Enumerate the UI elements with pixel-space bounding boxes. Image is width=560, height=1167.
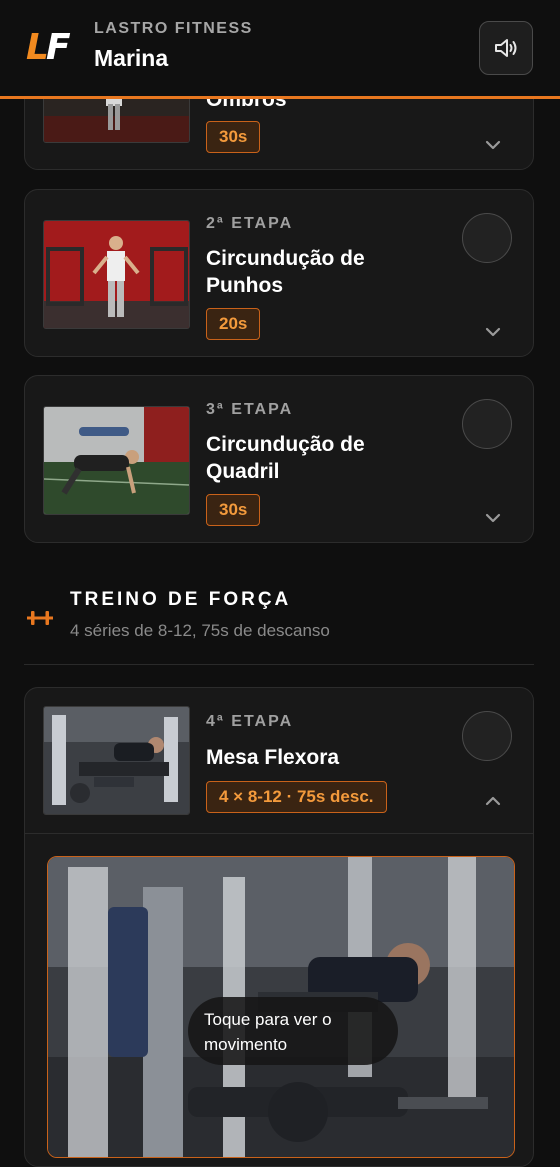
chevron-down-icon[interactable] [484,326,502,338]
chevron-up-icon[interactable] [484,795,502,807]
chevron-down-icon[interactable] [484,139,502,151]
complete-checkbox[interactable] [462,213,512,263]
logo-letter-f: F [45,27,71,68]
section-divider [24,664,534,665]
speaker-volume-icon [495,39,517,57]
exercise-thumbnail [43,406,190,515]
brand-name: LASTRO FITNESS [94,20,253,37]
card-divider [25,833,533,834]
duration-badge: 30s [206,494,261,526]
step-label: 3ª ETAPA [206,401,294,418]
user-name: Marina [94,45,169,71]
dumbbell-icon [27,611,53,625]
step-label: 2ª ETAPA [206,215,294,232]
brand-logo: LF [26,27,71,68]
exercise-card[interactable]: 3ª ETAPA Circundução de Quadril 30s [24,375,534,543]
exercise-card[interactable]: 2ª ETAPA Circundução de Punhos 20s [24,189,534,357]
exercise-name: Mesa Flexora [206,746,340,769]
duration-badge: 20s [206,308,261,340]
logo-letter-l: L [26,27,49,68]
complete-checkbox[interactable] [462,711,512,761]
section-title: TREINO DE FORÇA [70,589,292,610]
sound-toggle-button[interactable] [479,21,533,75]
complete-checkbox[interactable] [462,399,512,449]
movement-video[interactable]: Toque para ver o movimento [47,856,515,1158]
app-header: LF LASTRO FITNESS Marina [0,0,560,99]
section-subtitle: 4 séries de 8-12, 75s de descanso [70,621,330,640]
chevron-down-icon[interactable] [484,512,502,524]
exercise-card-expanded[interactable]: 4ª ETAPA Mesa Flexora 4 × 8-12 · 75s des… [24,687,534,1167]
exercise-thumbnail [43,706,190,815]
exercise-name: Circundução de Punhos [206,247,365,297]
exercise-thumbnail [43,220,190,329]
video-hint-tooltip: Toque para ver o movimento [188,997,398,1065]
duration-badge: 30s [206,121,261,153]
exercise-name: Circundução de Quadril [206,433,365,483]
step-label: 4ª ETAPA [206,713,294,730]
sets-badge: 4 × 8-12 · 75s desc. [206,781,387,813]
